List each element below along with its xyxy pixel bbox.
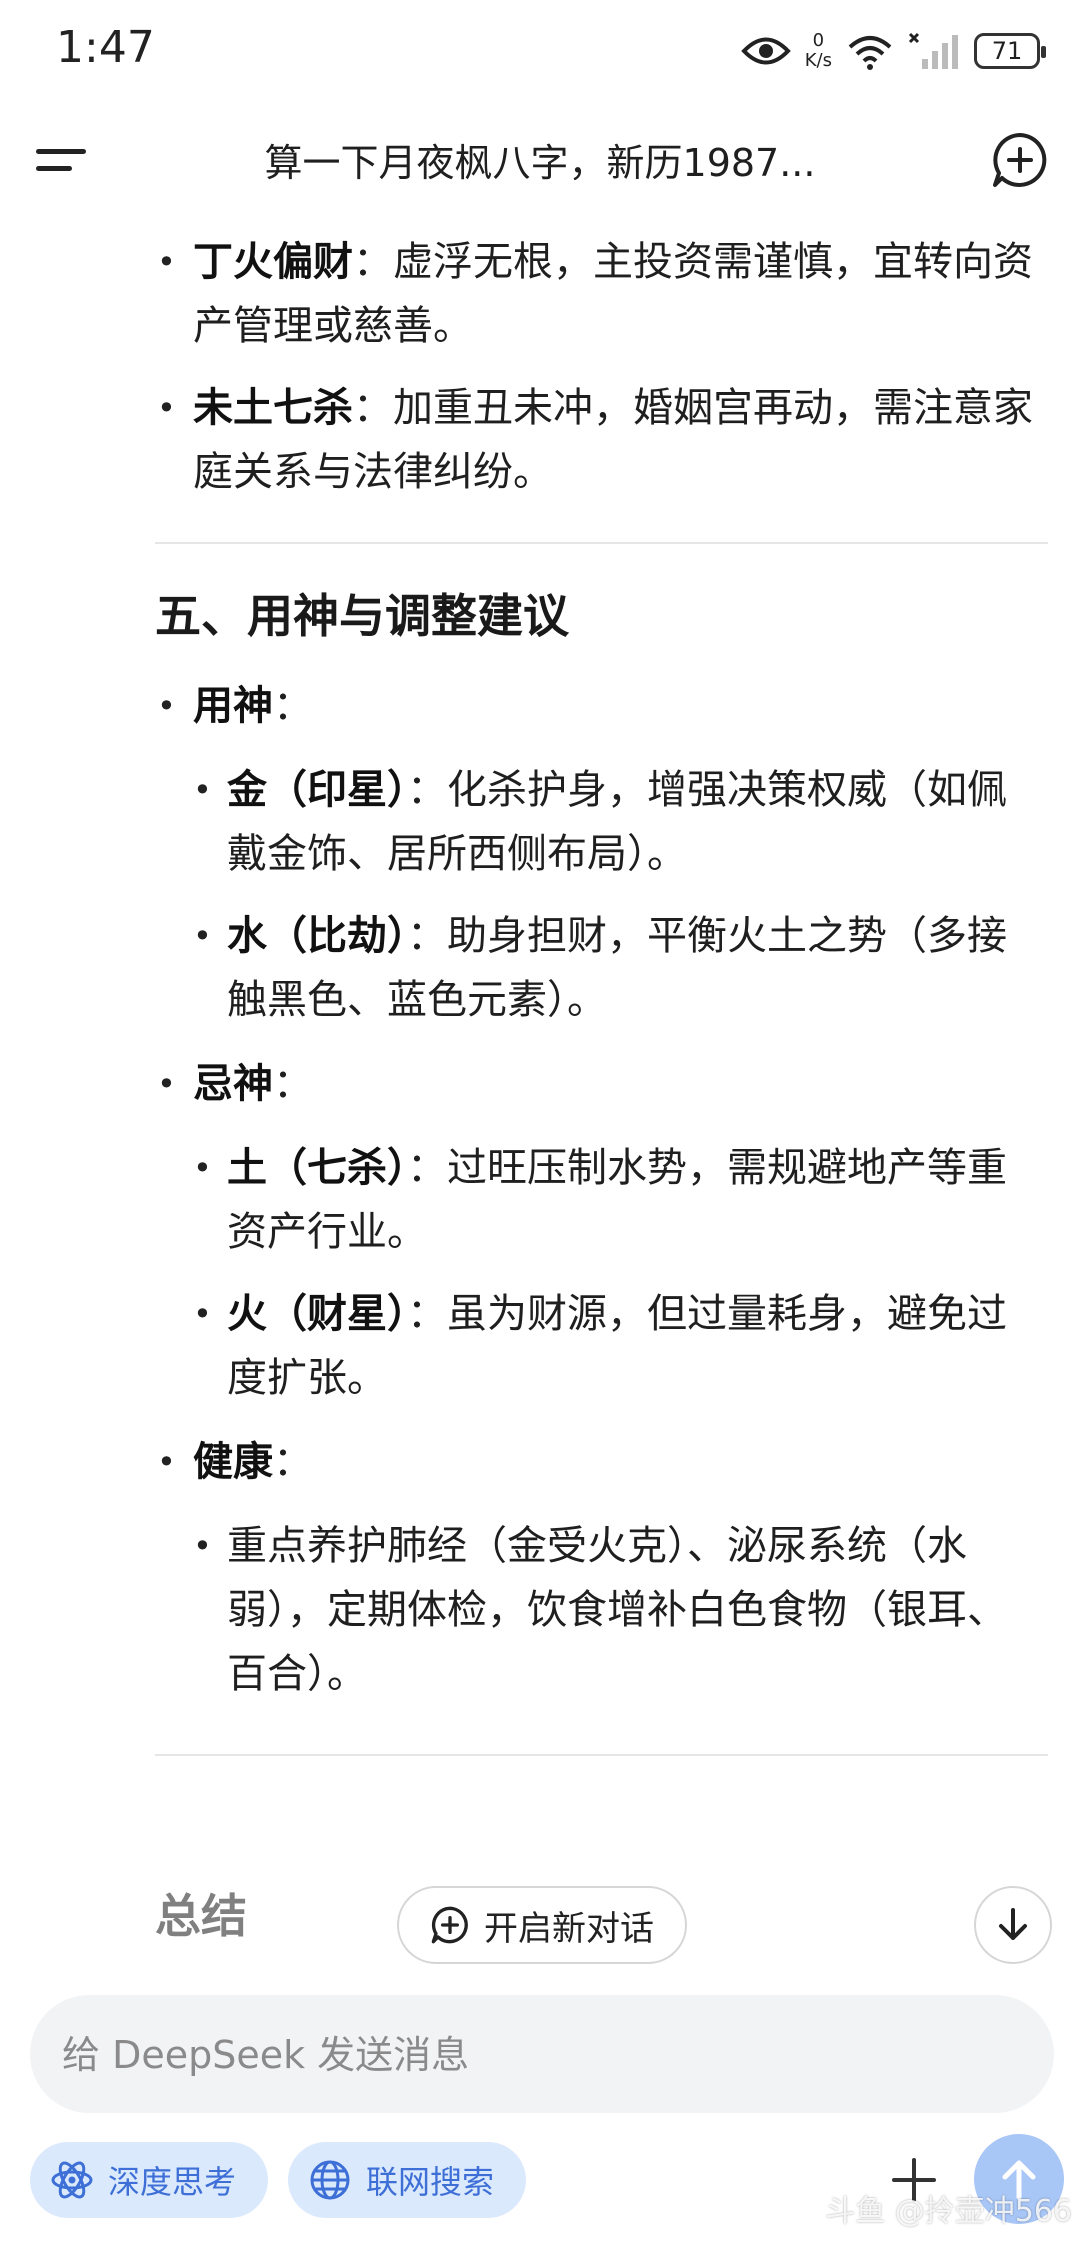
status-icons: 0 K/s 71 <box>740 26 1046 76</box>
list-item: 未土七杀：加重丑未冲，婚姻宫再动，需注意家庭关系与法律纠纷。 <box>157 376 1038 504</box>
eye-icon <box>740 37 791 65</box>
chat-title[interactable]: 算一下月夜枫八字，新历1987... <box>150 132 930 187</box>
deep-think-toggle[interactable]: 深度思考 <box>30 2142 268 2218</box>
list-item: 健康： <box>157 1430 1038 1494</box>
sub-list-item: 金（印星）：化杀护身，增强决策权威（如佩戴金饰、居所西侧布局）。 <box>193 758 1038 886</box>
item-term: 金（印星） <box>227 767 407 813</box>
list-item: 忌神： <box>157 1052 1038 1116</box>
net-speed-value: 0 <box>812 30 825 51</box>
new-chat-label: 开启新对话 <box>484 1908 654 1949</box>
menu-icon <box>36 149 86 154</box>
net-speed: 0 K/s <box>805 31 832 71</box>
item-term: 健康 <box>193 1439 273 1485</box>
item-term: 未土七杀 <box>193 385 353 431</box>
sub-list-item: 水（比劫）：助身担财，平衡火土之势（多接触黑色、蓝色元素）。 <box>193 904 1038 1032</box>
wifi-icon <box>848 36 892 70</box>
divider <box>155 542 1048 544</box>
list-item: 丁火偏财：虚浮无根，主投资需谨慎，宜转向资产管理或慈善。 <box>157 230 1038 358</box>
top-bar: 算一下月夜枫八字，新历1987... <box>0 110 1080 210</box>
message-input-container <box>30 1995 1054 2115</box>
item-term: 用神 <box>193 683 273 729</box>
net-speed-unit: K/s <box>804 50 832 71</box>
deep-think-label: 深度思考 <box>108 2163 237 2201</box>
watermark: 斗鱼 @拎壶冲566 <box>825 2194 1072 2229</box>
list-item: 用神： <box>157 674 1038 738</box>
battery-indicator: 71 <box>974 33 1046 69</box>
globe-icon <box>310 2160 350 2200</box>
scroll-to-bottom-button[interactable] <box>974 1886 1052 1964</box>
status-bar: 1:47 0 K/s 71 <box>0 0 1080 100</box>
item-text: 重点养护肺经（金受火克）、泌尿系统（水弱），定期体检，饮食增补白色食物（银耳、百… <box>227 1523 1007 1697</box>
item-term: 丁火偏财 <box>193 239 353 285</box>
new-chat-icon[interactable] <box>990 130 1050 190</box>
new-chat-icon <box>431 1906 468 1944</box>
web-search-label: 联网搜索 <box>366 2163 495 2201</box>
status-time: 1:47 <box>56 22 155 73</box>
menu-button[interactable] <box>36 138 96 182</box>
sub-list-item: 土（七杀）：过旺压制水势，需规避地产等重资产行业。 <box>193 1136 1038 1264</box>
section-heading: 五、用神与调整建议 <box>155 589 569 643</box>
new-chat-button[interactable]: 开启新对话 <box>397 1886 687 1964</box>
signal-icon <box>908 32 958 69</box>
message-content: 丁火偏财：虚浮无根，主投资需谨慎，宜转向资产管理或慈善。 未土七杀：加重丑未冲，… <box>0 230 1080 1756</box>
item-term: 忌神 <box>193 1061 273 1107</box>
item-term: 土（七杀） <box>227 1145 407 1191</box>
atom-icon <box>51 2161 93 2199</box>
sub-list-item: 重点养护肺经（金受火克）、泌尿系统（水弱），定期体检，饮食增补白色食物（银耳、百… <box>193 1514 1038 1706</box>
web-search-toggle[interactable]: 联网搜索 <box>288 2142 526 2218</box>
divider <box>155 1754 1048 1756</box>
message-input[interactable] <box>60 1995 964 2115</box>
summary-heading: 总结 <box>155 1889 247 1943</box>
sub-list-item: 火（财星）：虽为财源，但过量耗身，避免过度扩张。 <box>193 1282 1038 1410</box>
item-term: 水（比劫） <box>227 913 407 959</box>
item-term: 火（财星） <box>227 1291 407 1337</box>
arrow-down-icon <box>999 1908 1027 1940</box>
